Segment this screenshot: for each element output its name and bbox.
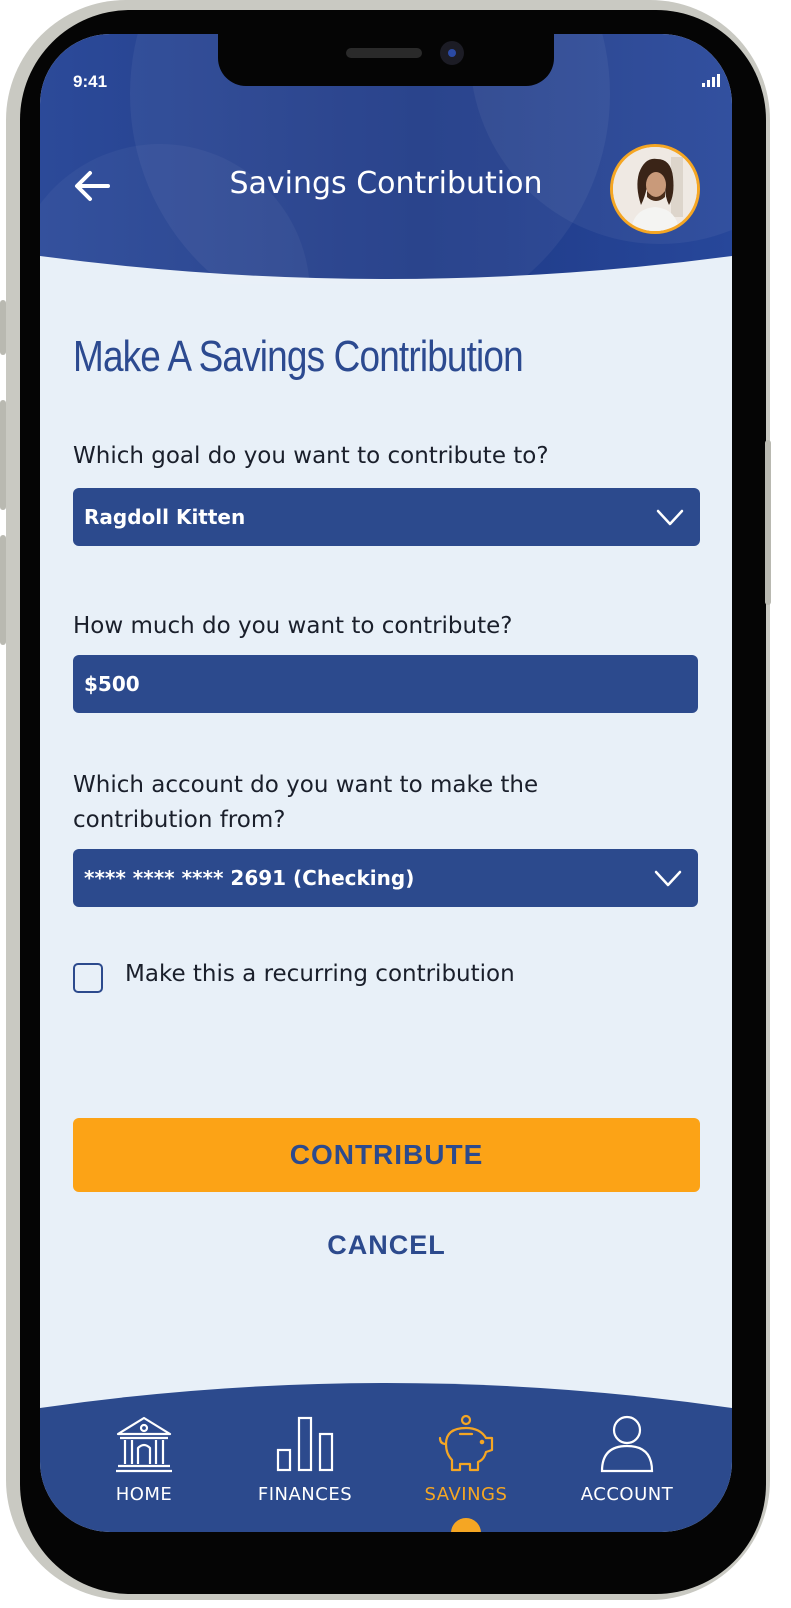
app-header: 9:41 Savings Contribution: [40, 34, 732, 284]
speaker-grille: [346, 48, 422, 58]
account-question-line1: Which account do you want to make the: [73, 772, 539, 798]
status-time: 9:41: [73, 72, 108, 91]
avatar[interactable]: [610, 144, 700, 234]
contribute-button[interactable]: CONTRIBUTE: [73, 1118, 700, 1192]
bar-chart-icon: [276, 1416, 334, 1472]
profile-photo: [613, 147, 697, 231]
account-select[interactable]: **** **** **** 2691 (Checking): [73, 849, 698, 907]
goal-select-value: Ragdoll Kitten: [84, 505, 246, 529]
nav-item-finances[interactable]: FINANCES: [230, 1414, 380, 1505]
account-question: Which account do you want to make the co…: [73, 768, 538, 838]
chevron-down-icon: [654, 870, 682, 887]
volume-down-button: [0, 535, 6, 645]
nav-item-account[interactable]: ACCOUNT: [552, 1414, 702, 1505]
recurring-label[interactable]: Make this a recurring contribution: [125, 961, 515, 987]
page-title: Make A Savings Contribution: [73, 332, 524, 381]
nav-label-account: ACCOUNT: [580, 1484, 674, 1505]
device-notch: [218, 34, 554, 86]
wifi-icon: [729, 76, 732, 80]
power-button: [765, 440, 771, 605]
nav-item-home[interactable]: HOME: [69, 1414, 219, 1505]
volume-up-button: [0, 400, 6, 510]
user-icon: [600, 1415, 654, 1473]
recurring-checkbox[interactable]: [73, 963, 103, 993]
app-screen: 9:41 Savings Contribution Make A Savings…: [40, 34, 732, 1532]
nav-label-finances: FINANCES: [257, 1484, 353, 1505]
amount-question: How much do you want to contribute?: [73, 613, 513, 639]
account-select-value: **** **** **** 2691 (Checking): [84, 866, 415, 890]
cancel-button[interactable]: CANCEL: [73, 1230, 700, 1261]
mute-switch: [0, 300, 6, 355]
amount-input[interactable]: $500: [73, 655, 698, 713]
goal-question: Which goal do you want to contribute to?: [73, 443, 549, 469]
amount-input-value: $500: [84, 672, 140, 696]
nav-label-savings: SAVINGS: [424, 1484, 508, 1505]
nav-label-home: HOME: [115, 1484, 173, 1505]
front-camera: [440, 41, 464, 65]
piggy-bank-icon: [438, 1414, 494, 1472]
goal-select[interactable]: Ragdoll Kitten: [73, 488, 700, 546]
cellular-signal-icon: [702, 74, 720, 87]
bank-icon: [116, 1416, 172, 1473]
account-question-line2: contribution from?: [73, 807, 286, 833]
chevron-down-icon: [656, 509, 684, 526]
nav-item-savings[interactable]: SAVINGS: [391, 1414, 541, 1505]
